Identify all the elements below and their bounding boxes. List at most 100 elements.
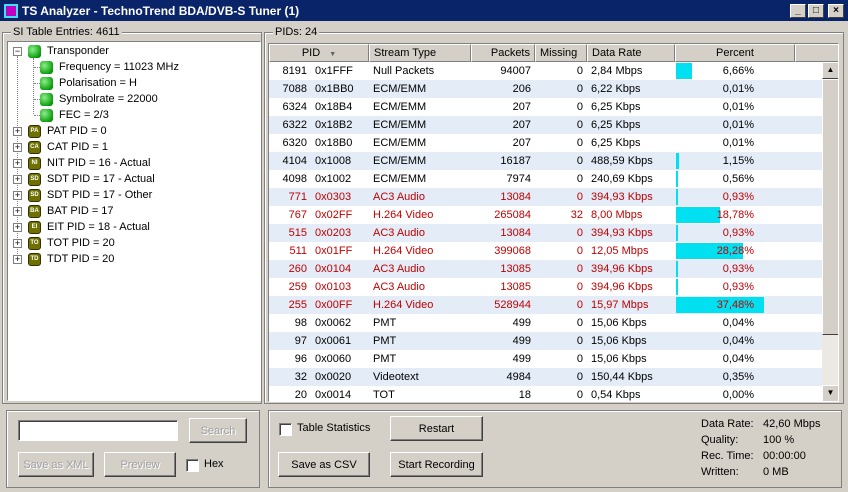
tree-item[interactable]: Polarisation = H (40, 75, 137, 91)
vertical-scrollbar[interactable]: ▲ ▼ (822, 62, 838, 401)
tree-item[interactable]: − Transponder (13, 43, 109, 59)
pid-cell: 96 (294, 353, 307, 365)
collapse-icon[interactable]: − (13, 46, 22, 56)
column-header-data-rate[interactable]: Data Rate (587, 44, 675, 62)
tree-item[interactable]: + EI EIT PID = 18 - Actual (13, 219, 150, 235)
packets-cell: 399068 (494, 245, 531, 257)
column-header-percent[interactable]: Percent (675, 44, 795, 62)
table-row[interactable]: 6320 0x18B0 ECM/EMM 207 0 6,25 Kbps 0,01% (269, 134, 822, 152)
column-header-missing[interactable]: Missing (535, 44, 587, 62)
si-table-label: SI Table Entries: 4611 (11, 26, 122, 38)
data-rate-cell: 15,06 Kbps (591, 353, 647, 365)
tree-item-label: TOT PID = 20 (47, 237, 115, 249)
green-status-icon (40, 92, 53, 106)
tree-item[interactable]: + TD TDT PID = 20 (13, 251, 114, 267)
table-row[interactable]: 98 0x0062 PMT 499 0 15,06 Kbps 0,04% (269, 314, 822, 332)
percent-cell: 0,93% (675, 260, 795, 278)
expand-icon[interactable]: + (13, 254, 22, 264)
expand-icon[interactable]: + (13, 222, 22, 232)
save-as-csv-button[interactable]: Save as CSV (278, 452, 370, 477)
table-row[interactable]: 20 0x0014 TOT 18 0 0,54 Kbps 0,00% (269, 386, 822, 401)
scroll-down-icon[interactable]: ▼ (822, 385, 838, 401)
si-tree[interactable]: − Transponder Frequency = 11023 MHz Polaris… (7, 41, 261, 401)
table-row[interactable]: 255 0x00FF H.264 Video 528944 0 15,97 Mbps 37,… (269, 296, 822, 314)
data-rate-cell: 394,96 Kbps (591, 281, 653, 293)
pid-hex-cell: 0x00FF (315, 299, 353, 311)
maximize-button[interactable]: □ (808, 3, 824, 18)
column-header-stream-type[interactable]: Stream Type (369, 44, 471, 62)
tree-item[interactable]: FEC = 2/3 (40, 107, 109, 123)
search-input[interactable] (18, 420, 178, 441)
tree-item[interactable]: + PA PAT PID = 0 (13, 123, 107, 139)
column-header-packets[interactable]: Packets (471, 44, 535, 62)
pid-hex-cell: 0x1FFF (315, 65, 353, 77)
missing-cell: 0 (576, 317, 583, 329)
percent-cell: 0,93% (675, 224, 795, 242)
pid-hex-cell: 0x0062 (315, 317, 352, 329)
expand-icon[interactable]: + (13, 190, 22, 200)
title-bar: TS Analyzer - TechnoTrend BDA/DVB-S Tune… (0, 0, 848, 21)
data-rate-cell: 8,00 Mbps (591, 209, 643, 221)
expand-icon[interactable]: + (13, 174, 22, 184)
stream-type-cell: AC3 Audio (373, 191, 425, 203)
percent-value: 0,01% (722, 137, 754, 149)
pid-table[interactable]: PID ▼ Stream Type Packets Missing Data R… (268, 43, 839, 402)
column-header-pid[interactable]: PID ▼ (269, 44, 369, 62)
table-row[interactable]: 511 0x01FF H.264 Video 399068 0 12,05 Mbps 28,… (269, 242, 822, 260)
pid-hex-cell: 0x0061 (315, 335, 352, 347)
table-row[interactable]: 4104 0x1008 ECM/EMM 16187 0 488,59 Kbps 1,15% (269, 152, 822, 170)
scroll-up-icon[interactable]: ▲ (822, 62, 838, 79)
data-rate-cell: 240,69 Kbps (591, 173, 653, 185)
hex-checkbox[interactable] (186, 459, 199, 472)
table-row[interactable]: 32 0x0020 Videotext 4984 0 150,44 Kbps 0,35% (269, 368, 822, 386)
preview-button[interactable]: Preview (104, 452, 176, 477)
tree-item[interactable]: + CA CAT PID = 1 (13, 139, 108, 155)
expand-icon[interactable]: + (13, 238, 22, 248)
missing-cell: 0 (576, 263, 583, 275)
table-row[interactable]: 8191 0x1FFF Null Packets 94007 0 2,84 Mbps 6,6… (269, 62, 822, 80)
search-button[interactable]: Search (189, 418, 247, 443)
table-row[interactable]: 97 0x0061 PMT 499 0 15,06 Kbps 0,04% (269, 332, 822, 350)
expand-icon[interactable]: + (13, 142, 22, 152)
tree-item-label: NIT PID = 16 - Actual (47, 157, 151, 169)
tree-item[interactable]: + TO TOT PID = 20 (13, 235, 115, 251)
packets-cell: 206 (512, 83, 531, 95)
percent-value: 0,93% (722, 191, 754, 203)
percent-cell: 0,01% (675, 80, 795, 98)
expand-icon[interactable]: + (13, 158, 22, 168)
save-as-xml-button[interactable]: Save as XML (18, 452, 94, 477)
start-recording-button[interactable]: Start Recording (390, 452, 483, 477)
table-row[interactable]: 6324 0x18B4 ECM/EMM 207 0 6,25 Kbps 0,01% (269, 98, 822, 116)
table-row[interactable]: 7088 0x1BB0 ECM/EMM 206 0 6,22 Kbps 0,01% (269, 80, 822, 98)
minimize-button[interactable]: _ (790, 3, 806, 18)
tree-item[interactable]: Symbolrate = 22000 (40, 91, 158, 107)
data-rate-cell: 150,44 Kbps (591, 371, 653, 383)
table-row[interactable]: 6322 0x18B2 ECM/EMM 207 0 6,25 Kbps 0,01% (269, 116, 822, 134)
pid-cell: 4104 (282, 155, 307, 167)
tree-item[interactable]: + SD SDT PID = 17 - Other (13, 187, 152, 203)
close-button[interactable]: × (828, 3, 844, 18)
stream-type-cell: ECM/EMM (373, 83, 427, 95)
restart-button[interactable]: Restart (390, 416, 483, 441)
expand-icon[interactable]: + (13, 206, 22, 216)
packets-cell: 94007 (500, 65, 531, 77)
tree-item[interactable]: Frequency = 11023 MHz (40, 59, 179, 75)
table-row[interactable]: 260 0x0104 AC3 Audio 13085 0 394,96 Kbps 0,93% (269, 260, 822, 278)
scroll-thumb[interactable] (822, 79, 838, 335)
table-row[interactable]: 767 0x02FF H.264 Video 265084 32 8,00 Mbps 18,… (269, 206, 822, 224)
table-row[interactable]: 96 0x0060 PMT 499 0 15,06 Kbps 0,04% (269, 350, 822, 368)
table-row[interactable]: 4098 0x1002 ECM/EMM 7974 0 240,69 Kbps 0,56% (269, 170, 822, 188)
missing-cell: 0 (576, 389, 583, 401)
tree-item[interactable]: + BA BAT PID = 17 (13, 203, 114, 219)
tree-item[interactable]: + SD SDT PID = 17 - Actual (13, 171, 155, 187)
table-row[interactable]: 515 0x0203 AC3 Audio 13084 0 394,93 Kbps 0,93% (269, 224, 822, 242)
sort-descending-icon[interactable]: ▼ (329, 51, 336, 58)
pid-cell: 4098 (282, 173, 307, 185)
expand-icon[interactable]: + (13, 126, 22, 136)
tree-item[interactable]: + NI NIT PID = 16 - Actual (13, 155, 150, 171)
percent-cell: 0,35% (675, 368, 795, 386)
table-row[interactable]: 259 0x0103 AC3 Audio 13085 0 394,96 Kbps 0,93% (269, 278, 822, 296)
table-statistics-checkbox[interactable] (279, 423, 292, 436)
percent-cell: 1,15% (675, 152, 795, 170)
table-row[interactable]: 771 0x0303 AC3 Audio 13084 0 394,93 Kbps 0,93% (269, 188, 822, 206)
